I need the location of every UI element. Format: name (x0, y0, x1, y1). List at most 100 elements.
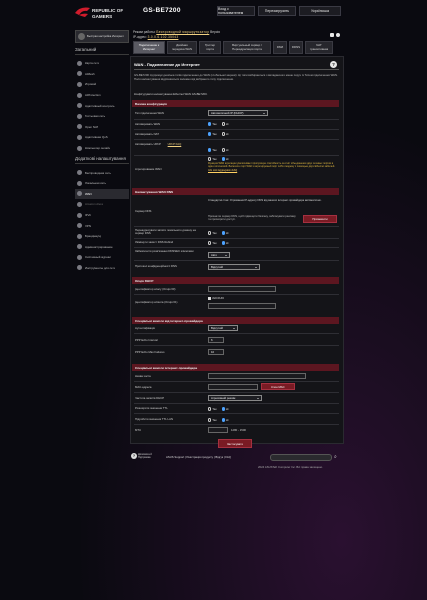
ttl-no[interactable]: Ні (221, 407, 228, 411)
search-icon[interactable]: ⌕ (334, 454, 340, 461)
sidebar-item-label: Беспроводная сеть (85, 170, 111, 175)
mtu-range: 1280 - 1500 (231, 428, 246, 432)
language-select[interactable]: Українська (299, 6, 341, 16)
ttl-spoof-no[interactable]: Ні (221, 418, 228, 422)
enable-nat-yes[interactable]: Так (208, 132, 217, 136)
hostname-label: Назва хоста (135, 374, 151, 378)
usb-icon[interactable] (330, 33, 334, 37)
dns-forward-label: Переадресувати запити локального домену … (135, 228, 196, 236)
reboot-button[interactable]: Перезагрузить (258, 6, 296, 16)
sidebar-item-advanced-5[interactable]: VPN (75, 220, 129, 231)
radio-icon (208, 132, 212, 136)
tab-5[interactable]: DDNS (289, 41, 303, 54)
sidebar-item-advanced-9[interactable]: Инструменты для сети (75, 263, 129, 274)
dhcp-class-input[interactable] (208, 286, 276, 292)
sidebar-item-advanced-3[interactable]: Amazon Alexa (75, 199, 129, 210)
tab-4[interactable]: DMZ (273, 41, 287, 54)
wan-type-label: Тип підключення WAN (135, 111, 164, 115)
upnp-faq-link[interactable]: UPnP FAQ (168, 142, 182, 146)
sidebar-item-advanced-0[interactable]: Беспроводная сеть (75, 167, 129, 178)
ip-value[interactable]: 3.0.0.6.102.35043 (148, 35, 179, 39)
hostname-input[interactable] (208, 373, 306, 379)
quick-internet-setup[interactable]: Быстрая настройка Интернет (75, 30, 129, 43)
mac-clone-button[interactable]: Клон MAC (261, 383, 295, 390)
dhcp-freq-label: Частота запитів DHCP (135, 396, 165, 400)
wan-aggregation-yes[interactable]: Так (208, 157, 217, 161)
tab-1[interactable]: Двойная передача WAN (167, 41, 197, 54)
isp-heading: Спеціальні вимоги інтернет-провайдера (132, 364, 339, 371)
sidebar-item-label: Адаптивная QoS (85, 135, 108, 140)
sidebar-item-advanced-4[interactable]: IPv6 (75, 210, 129, 221)
footer-search-input[interactable] (270, 454, 332, 461)
dns-rebind-no[interactable]: Ні (221, 241, 228, 245)
mac-input[interactable] (208, 384, 258, 390)
tab-3[interactable]: Виртуальный сервер / Переадресация порта (223, 41, 271, 54)
sidebar-item-general-1[interactable]: AiMesh (75, 69, 129, 80)
radio-yes-label: Так (212, 157, 217, 161)
config-link: Конфігурувати налаштування Ethernet WAN … (134, 92, 208, 96)
dns-forward-no[interactable]: Ні (221, 231, 229, 235)
sidebar-item-general-3[interactable]: AiProtection (75, 90, 129, 101)
apply-button[interactable]: Застосувати (218, 439, 252, 448)
sidebar-item-general-2[interactable]: Игровой (75, 79, 129, 90)
tab-0[interactable]: Подключение к Интернет (133, 41, 165, 54)
dns-rebind-yes[interactable]: Так (208, 241, 217, 245)
advanced-menu: Беспроводная сеть Локальная сеть WAN Amazon… (75, 167, 129, 273)
wan-aggregation-no[interactable]: Ні (221, 157, 228, 161)
sidebar-item-label: IPv6 (85, 213, 91, 218)
dnssec-select[interactable]: Авто (208, 252, 230, 258)
tab-2[interactable]: Триггер порта (199, 41, 221, 54)
help-support-label[interactable]: Допомога й Підтримка (138, 453, 162, 459)
dns-assign-button[interactable]: Призначити (303, 215, 337, 223)
status-info: Режим работы: Беспроводной маршрутизатор… (133, 30, 343, 39)
sidebar-item-general-7[interactable]: Адаптивная QoS (75, 132, 129, 143)
wan-type-select[interactable]: Автоматичний IP (DHCP) (208, 110, 268, 116)
divider (134, 139, 339, 140)
dhcp-client-input[interactable] (208, 303, 276, 309)
sidebar-item-advanced-8[interactable]: Системный журнал (75, 252, 129, 263)
radio-icon (221, 241, 225, 245)
ttl-spoof-yes[interactable]: Так (208, 418, 217, 422)
sidebar-item-advanced-6[interactable]: Брандмауэр (75, 231, 129, 242)
divider (134, 345, 339, 346)
divider (134, 413, 339, 414)
sidebar: Быстрая настройка Интернет Загальний Кар… (75, 30, 129, 273)
mtu-input[interactable] (208, 427, 228, 433)
sidebar-item-advanced-2[interactable]: WAN (75, 188, 129, 200)
dhcp-freq-select[interactable]: Агресивний режим (208, 395, 262, 401)
dhcp-freq-value: Агресивний режим (211, 396, 236, 400)
checkbox-icon[interactable] (208, 297, 211, 300)
enable-nat-no[interactable]: Ні (221, 132, 228, 136)
dns-server-label: Сервер DNS (135, 209, 152, 213)
tab-bar: Подключение к Интернет Двойная передача W… (133, 41, 333, 54)
mode-value[interactable]: Беспроводной маршрутизатор (156, 30, 209, 34)
aggregation-faq-link[interactable]: Info Link Aggregation FAQ (208, 169, 237, 172)
sidebar-item-label: Администрирование (85, 244, 113, 249)
tab-6[interactable]: NAT транзитивная (305, 41, 333, 54)
sidebar-item-advanced-1[interactable]: Локальная сеть (75, 178, 129, 189)
special-heading: Спеціальні вимоги від інтернет-провайдер… (132, 317, 339, 324)
auth-select[interactable]: Відсутній (208, 325, 238, 331)
dns-forward-yes[interactable]: Так (208, 231, 217, 235)
sidebar-item-general-8[interactable]: Компьютер онлайн (75, 143, 129, 154)
sidebar-item-general-6[interactable]: Open NAT (75, 122, 129, 133)
sidebar-item-general-4[interactable]: Адаптивный контроль (75, 100, 129, 111)
sidebar-item-general-5[interactable]: Гостьовая сеть (75, 111, 129, 122)
help-icon[interactable]: ? (330, 61, 337, 68)
menu-icon (77, 254, 82, 260)
enable-upnp-no[interactable]: Ні (221, 148, 228, 152)
radio-no-label: Ні (225, 231, 229, 235)
sidebar-item-general-0[interactable]: Карта сети (75, 58, 129, 69)
dns-privacy-select[interactable]: Відсутній (208, 264, 260, 270)
enable-wan-no[interactable]: Ні (221, 122, 228, 126)
copyright: 2024 ASUSTeK Computer Inc. Всі права зах… (258, 465, 323, 469)
enable-upnp-yes[interactable]: Так (208, 148, 217, 152)
ppp-interval-input[interactable]: 6 (208, 337, 224, 343)
ppp-fail-input[interactable]: 10 (208, 349, 224, 355)
footer-links[interactable]: ASUS Support | Реєстрація продукту | Від… (166, 455, 231, 459)
enable-wan-yes[interactable]: Так (208, 122, 217, 126)
sidebar-item-advanced-7[interactable]: Администрирование (75, 242, 129, 253)
ttl-yes[interactable]: Так (208, 407, 217, 411)
login-button[interactable]: Вход с пользователем (217, 6, 255, 16)
settings-icon[interactable] (336, 33, 340, 37)
